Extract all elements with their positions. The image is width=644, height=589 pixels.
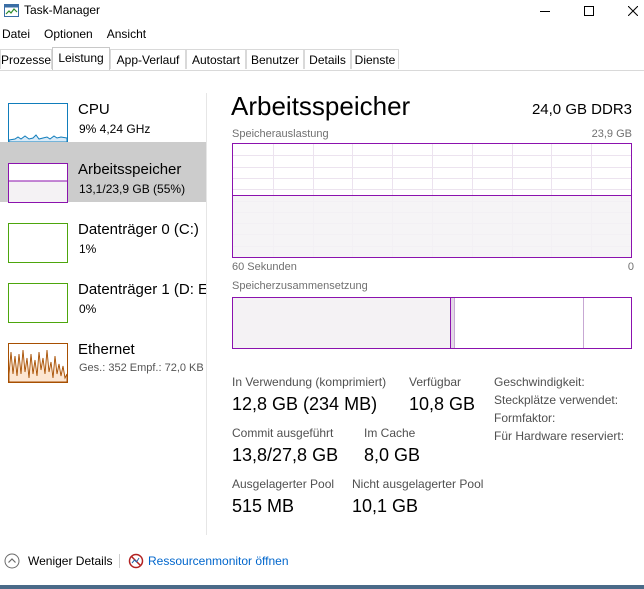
paged-pool-label: Ausgelagerter Pool	[232, 477, 335, 491]
commit-label: Commit ausgeführt	[232, 426, 334, 440]
resource-name: Datenträger 1 (D: E	[78, 281, 206, 298]
open-resource-monitor-link[interactable]: Ressourcenmonitor öffnen	[148, 554, 289, 568]
resource-item-cpu[interactable]: CPU 9% 4,24 GHz	[0, 82, 206, 143]
memory-usage-graph	[232, 143, 632, 258]
menu-datei[interactable]: Datei	[0, 25, 42, 43]
resource-monitor-icon	[128, 553, 144, 572]
usage-fill-area	[233, 195, 631, 257]
tab-benutzer[interactable]: Benutzer	[246, 49, 304, 69]
resource-item-ethernet[interactable]: Ethernet Ges.: 352 Empf.: 72,0 KB	[0, 322, 206, 383]
close-button[interactable]	[610, 0, 644, 22]
taskbar-edge	[0, 585, 644, 589]
memory-spec: 24,0 GB DDR3	[531, 101, 632, 118]
commit-value: 13,8/27,8 GB	[232, 445, 339, 465]
tab-details[interactable]: Details	[304, 49, 351, 69]
title-bar: Task-Manager	[0, 0, 644, 22]
minimize-button[interactable]	[522, 0, 568, 22]
tab-prozesse[interactable]: Prozesse	[0, 49, 52, 69]
footer-separator	[119, 554, 120, 568]
nonpaged-pool-label: Nicht ausgelagerter Pool	[352, 477, 484, 491]
resource-summary: Ges.: 352 Empf.: 72,0 KB	[79, 362, 204, 374]
usage-graph-max: 23,9 GB	[591, 128, 632, 140]
maximize-icon	[584, 6, 594, 16]
resource-name: Arbeitsspeicher	[78, 161, 182, 178]
resource-item-memory[interactable]: Arbeitsspeicher 13,1/23,9 GB (55%)	[0, 142, 206, 203]
composition-label: Speicherzusammensetzung	[232, 280, 368, 292]
resource-name: Datenträger 0 (C:)	[78, 221, 199, 238]
memory-thumbnail-graph	[8, 163, 68, 203]
available-label: Verfügbar	[409, 375, 462, 389]
footer-bar: Weniger Details Ressourcenmonitor öffnen	[0, 546, 644, 576]
resource-name: CPU	[78, 101, 110, 118]
disk-0-thumbnail-graph	[8, 223, 68, 263]
composition-modified	[451, 298, 454, 348]
memory-composition-bar	[232, 297, 632, 349]
slots-label: Steckplätze verwendet:	[494, 393, 619, 407]
fewer-details-button[interactable]: Weniger Details	[28, 554, 112, 568]
resource-item-disk-0[interactable]: Datenträger 0 (C:) 1%	[0, 202, 206, 263]
resource-name: Ethernet	[78, 341, 135, 358]
time-axis-start: 60 Sekunden	[232, 261, 297, 273]
close-icon	[628, 6, 638, 16]
panel-divider	[206, 93, 207, 535]
usage-graph-label: Speicherauslastung	[232, 128, 329, 140]
resource-summary: 9% 4,24 GHz	[79, 122, 151, 136]
detail-title: Arbeitsspeicher	[231, 91, 411, 121]
menu-ansicht[interactable]: Ansicht	[105, 25, 153, 43]
in-use-label: In Verwendung (komprimiert)	[232, 375, 387, 389]
chevron-up-circle-icon[interactable]	[4, 553, 20, 572]
in-use-value: 12,8 GB (234 MB)	[232, 394, 378, 414]
time-axis-end: 0	[627, 261, 634, 273]
disk-1-thumbnail-graph	[8, 283, 68, 323]
form-factor-label: Formfaktor:	[494, 411, 556, 425]
paged-pool-value: 515 MB	[232, 496, 295, 516]
tab-leistung[interactable]: Leistung	[52, 47, 110, 70]
resource-summary: 1%	[79, 242, 97, 256]
tab-bar: Prozesse Leistung App-Verlauf Autostart …	[0, 47, 644, 71]
resource-summary: 0%	[79, 302, 97, 316]
available-value: 10,8 GB	[409, 394, 476, 414]
tab-app-verlauf[interactable]: App-Verlauf	[110, 49, 186, 69]
tab-autostart[interactable]: Autostart	[186, 49, 246, 69]
resource-summary: 13,1/23,9 GB (55%)	[79, 182, 186, 196]
cpu-thumbnail-graph	[8, 103, 68, 143]
nonpaged-pool-value: 10,1 GB	[352, 496, 419, 516]
speed-label: Geschwindigkeit:	[494, 375, 585, 389]
resource-list: CPU 9% 4,24 GHz Arbeitsspeicher 13,1/23,…	[0, 71, 206, 536]
composition-in-use	[233, 298, 450, 348]
minimize-icon	[540, 11, 550, 12]
task-manager-icon	[4, 4, 19, 17]
window-title: Task-Manager	[24, 3, 101, 17]
resource-item-disk-1[interactable]: Datenträger 1 (D: E 0%	[0, 262, 206, 323]
maximize-button[interactable]	[566, 0, 612, 22]
menu-optionen[interactable]: Optionen	[42, 25, 105, 43]
ethernet-thumbnail-graph	[8, 343, 68, 383]
hardware-reserved-label: Für Hardware reserviert:	[494, 429, 625, 443]
menu-bar: Datei Optionen Ansicht	[0, 25, 153, 43]
cache-label: Im Cache	[364, 426, 416, 440]
cache-value: 8,0 GB	[364, 445, 421, 465]
tab-dienste[interactable]: Dienste	[351, 49, 399, 69]
